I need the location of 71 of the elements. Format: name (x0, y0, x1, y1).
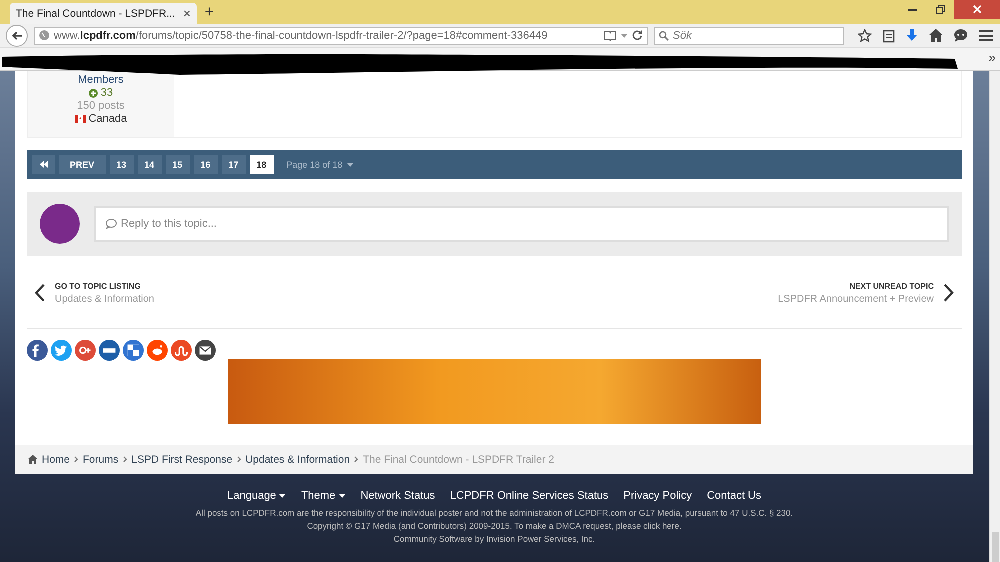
reputation-count: 33 (100, 87, 114, 99)
next-topic-label[interactable]: NEXT UNREAD TOPIC (850, 282, 934, 290)
member-group-link[interactable]: Members (78, 74, 124, 86)
breadcrumb-link[interactable]: Home (42, 454, 70, 466)
breadcrumb-link[interactable]: LSPD First Response (132, 454, 233, 466)
caret-icon (338, 494, 346, 498)
country-label: Canada (88, 113, 128, 125)
topic-listing-label[interactable]: GO TO TOPIC LISTING (55, 282, 154, 290)
arrow-left-icon (12, 30, 22, 40)
browser-tab[interactable]: The Final Countdown - LSPDFR... × (10, 3, 197, 24)
download-icon[interactable] (906, 28, 918, 42)
reader-view-icon[interactable] (604, 30, 617, 40)
first-page-button[interactable] (32, 155, 55, 174)
home-icon[interactable] (28, 455, 38, 464)
search-icon (659, 30, 669, 40)
clipboard-icon[interactable] (883, 28, 895, 42)
user-avatar (40, 204, 80, 244)
twitter-share-icon[interactable] (51, 340, 72, 361)
new-tab-button[interactable]: + (204, 4, 214, 22)
footer-link[interactable]: LCPDFR Online Services Status (450, 490, 609, 502)
chevron-icon (354, 456, 360, 463)
chevron-left-icon[interactable] (35, 284, 45, 302)
star-icon[interactable] (858, 28, 872, 42)
reply-field[interactable]: Reply to this topic... (94, 206, 949, 242)
menu-icon[interactable] (979, 30, 993, 42)
post-count: 150 posts (77, 100, 125, 112)
home-icon[interactable] (929, 29, 943, 42)
page-number-button[interactable]: 18 (250, 155, 274, 174)
double-chevron-left-icon (40, 161, 48, 168)
page-number-button[interactable]: 14 (138, 155, 162, 174)
footer-link[interactable]: Network Status (360, 490, 436, 502)
footer-text: Copyright © G17 Media (and Contributors) 2009-2015. To make a DMCA request, please click here. (307, 521, 682, 531)
search-field[interactable]: Sök (654, 26, 844, 44)
email-share-icon[interactable] (195, 340, 216, 361)
footer-link[interactable]: Language (227, 490, 286, 502)
breadcrumb-link[interactable]: Updates & Information (246, 454, 350, 466)
footer-link[interactable]: Theme (301, 490, 346, 502)
prev-page-button[interactable]: PREV (59, 155, 106, 174)
dropdown-caret-icon (621, 34, 628, 38)
footer-link[interactable]: Contact Us (707, 490, 762, 502)
reload-icon[interactable] (632, 30, 643, 41)
footer-text: All posts on LCPDFR.com are the responsibility of the individual poster and not the administration of LCPDFR.com or G17 Media, pursuant to 47 U.S.C. § 230. (196, 508, 794, 518)
facebook-share-icon[interactable] (27, 340, 48, 361)
flag-icon (74, 115, 86, 123)
chat-icon[interactable] (954, 29, 968, 42)
page-number-button[interactable]: 13 (110, 155, 134, 174)
chevron-icon (236, 456, 242, 463)
chevron-icon (122, 456, 128, 463)
page-number-button[interactable]: 17 (222, 155, 246, 174)
footer-text: Community Software by Invision Power Services, Inc. (394, 534, 596, 544)
caret-icon (279, 494, 286, 498)
googleplus-share-icon[interactable] (75, 340, 96, 361)
caret-icon (346, 162, 354, 166)
scrollbar[interactable] (989, 71, 1000, 562)
minimize-icon[interactable] (908, 8, 916, 10)
page-number-button[interactable]: 16 (194, 155, 218, 174)
tab-title: The Final Countdown - LSPDFR... (16, 8, 176, 20)
address-bar[interactable]: www.lcpdfr.com/forums/topic/50758-the-final-countdown-lspdfr-trailer-2/?page=18#comment-336449 (34, 26, 648, 44)
page-number-button[interactable]: 15 (166, 155, 190, 174)
tab-close-button[interactable]: × (183, 6, 191, 21)
comment-icon (106, 219, 117, 229)
back-button[interactable] (6, 24, 28, 46)
bookmarks-overflow-button[interactable]: » (988, 50, 996, 65)
restore-icon[interactable] (936, 5, 944, 14)
plus-icon (88, 88, 98, 98)
chevron-icon (74, 456, 80, 463)
footer-link[interactable]: Privacy Policy (624, 490, 692, 502)
breadcrumb-link[interactable]: Forums (83, 454, 119, 466)
close-icon[interactable] (972, 5, 982, 14)
stumbleupon-share-icon[interactable] (171, 340, 192, 361)
chevron-right-icon[interactable] (944, 284, 954, 302)
